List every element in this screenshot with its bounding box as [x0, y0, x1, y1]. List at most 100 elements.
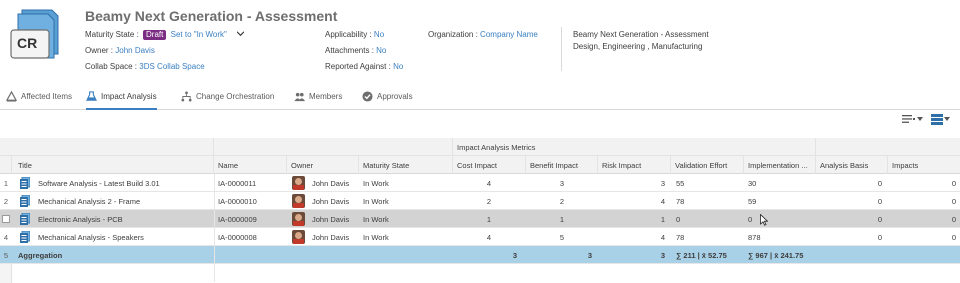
agg-validation-effort: ∑ 211 | x̄ 52.75	[676, 251, 727, 260]
owner-label: Owner :	[85, 46, 114, 55]
owner-link[interactable]: John Davis	[115, 46, 155, 55]
cell-analysis-basis: 0	[877, 197, 882, 206]
cell-cost-impact: 4	[486, 179, 491, 188]
cell-benefit-impact: 5	[559, 233, 564, 242]
reported-link[interactable]: No	[393, 62, 403, 71]
affected-items-icon	[6, 91, 17, 102]
agg-cost-impact: 3	[512, 251, 517, 260]
cell-owner: John Davis	[312, 233, 350, 242]
cell-benefit-impact: 2	[559, 197, 564, 206]
cell-state: In Work	[363, 197, 389, 206]
tab-change-orchestration[interactable]: Change Orchestration	[181, 91, 275, 110]
collab-label: Collab Space :	[85, 62, 138, 71]
approvals-icon	[362, 91, 373, 102]
column-header-maturity-state[interactable]: Maturity State	[359, 156, 453, 174]
tab-label: Affected Items	[21, 92, 72, 101]
avatar	[292, 176, 305, 190]
chevron-down-icon[interactable]	[237, 30, 245, 37]
cell-impacts: 0	[951, 215, 956, 224]
set-state-link[interactable]: Set to "In Work"	[171, 30, 227, 39]
agg-benefit-impact: 3	[587, 251, 592, 260]
agg-implementation: ∑ 967 | x̄ 241.75	[748, 251, 804, 260]
cell-cost-impact: 1	[486, 215, 491, 224]
layout-options-button[interactable]	[931, 112, 950, 126]
tab-impact-analysis[interactable]: Impact Analysis	[86, 91, 157, 110]
cell-risk-impact: 3	[660, 179, 665, 188]
cell-title[interactable]: Electronic Analysis - PCB	[38, 210, 214, 228]
impact-analysis-icon	[86, 91, 97, 101]
cell-cost-impact: 2	[486, 197, 491, 206]
grid-layout-icon	[931, 113, 943, 125]
column-header-risk-impact[interactable]: Risk Impact	[598, 156, 671, 174]
column-divider	[214, 174, 215, 282]
applicability-link[interactable]: No	[374, 30, 384, 39]
cell-analysis-basis: 0	[877, 215, 882, 224]
column-header-title[interactable]: Title	[12, 156, 214, 174]
cell-title[interactable]: Mechanical Analysis 2 - Frame	[38, 192, 214, 210]
cell-validation-effort: 0	[676, 215, 681, 224]
change-request-icon	[10, 9, 59, 59]
column-header-cost-impact[interactable]: Cost Impact	[453, 156, 526, 174]
owner-field: Owner : John Davis	[85, 46, 155, 55]
column-header-benefit-impact[interactable]: Benefit Impact	[526, 156, 598, 174]
cell-title[interactable]: Mechanical Analysis - Speakers	[38, 228, 214, 246]
attachments-field: Attachments : No	[325, 46, 386, 55]
row-checkbox[interactable]	[2, 215, 10, 223]
table-row[interactable]: 4 Mechanical Analysis - Speakers IA-0000…	[0, 228, 960, 246]
cell-owner: John Davis	[312, 215, 350, 224]
group-header-label: Impact Analysis Metrics	[457, 143, 536, 152]
cell-implementation: 878	[748, 233, 761, 242]
cell-implementation: 0	[748, 215, 753, 224]
tab-approvals[interactable]: Approvals	[362, 91, 413, 110]
reported-against-field: Reported Against : No	[325, 62, 403, 71]
cr-badge-text: CR	[17, 35, 38, 51]
view-options-button[interactable]	[902, 112, 923, 126]
tab-members[interactable]: Members	[294, 92, 342, 110]
cell-state: In Work	[363, 215, 389, 224]
cell-validation-effort: 78	[676, 233, 685, 242]
cell-benefit-impact: 1	[559, 215, 564, 224]
column-header-impacts[interactable]: Impacts	[888, 156, 960, 174]
avatar	[292, 230, 305, 244]
cell-impacts: 0	[951, 179, 956, 188]
avatar	[292, 212, 305, 226]
object-header: CR Beamy Next Generation - Assessment Ma…	[0, 0, 960, 82]
maturity-label: Maturity State :	[85, 30, 139, 39]
column-header-implementation[interactable]: Implementation ...	[744, 156, 816, 174]
organization-label: Organization :	[428, 30, 478, 39]
table-row[interactable]: 1 Software Analysis - Latest Build 3.01 …	[0, 174, 960, 192]
analysis-document-icon	[20, 231, 30, 243]
orchestration-icon	[181, 91, 192, 102]
cell-validation-effort: 55	[676, 179, 685, 188]
column-header-validation-effort[interactable]: Validation Effort	[671, 156, 744, 174]
organization-field: Organization : Company Name	[428, 30, 538, 39]
row-index: 2	[3, 197, 8, 206]
column-header-name[interactable]: Name	[214, 156, 287, 174]
select-all-checkbox[interactable]	[0, 156, 12, 174]
grid-toolbar	[902, 112, 950, 126]
aggregation-row: 5 Aggregation 3 3 3 ∑ 211 | x̄ 52.75 ∑ 9…	[0, 246, 960, 264]
tab-label: Change Orchestration	[196, 92, 275, 101]
attachments-link[interactable]: No	[376, 46, 386, 55]
group-header-row: Impact Analysis Metrics	[0, 138, 960, 156]
tab-label: Members	[309, 92, 343, 101]
table-row-selected[interactable]: Electronic Analysis - PCB IA-0000009 Joh…	[0, 210, 960, 228]
status-badge: Draft	[143, 30, 167, 40]
analysis-document-icon	[20, 177, 30, 189]
members-icon	[294, 92, 305, 102]
avatar	[292, 194, 305, 208]
cell-title[interactable]: Software Analysis - Latest Build 3.01	[38, 174, 214, 192]
page-title: Beamy Next Generation - Assessment	[85, 8, 338, 24]
cell-implementation: 30	[748, 179, 757, 188]
organization-link[interactable]: Company Name	[480, 30, 538, 39]
column-header-analysis-basis[interactable]: Analysis Basis	[816, 156, 888, 174]
tab-affected-items[interactable]: Affected Items	[6, 91, 72, 110]
cell-state: In Work	[363, 179, 389, 188]
table-row[interactable]: 2 Mechanical Analysis 2 - Frame IA-00000…	[0, 192, 960, 210]
cell-state: In Work	[363, 233, 389, 242]
description-line-2: Design, Engineering , Manufacturing	[573, 42, 703, 51]
cell-risk-impact: 4	[660, 233, 665, 242]
column-header-owner[interactable]: Owner	[287, 156, 359, 174]
collab-link[interactable]: 3DS Collab Space	[139, 62, 204, 71]
cell-risk-impact: 4	[660, 197, 665, 206]
